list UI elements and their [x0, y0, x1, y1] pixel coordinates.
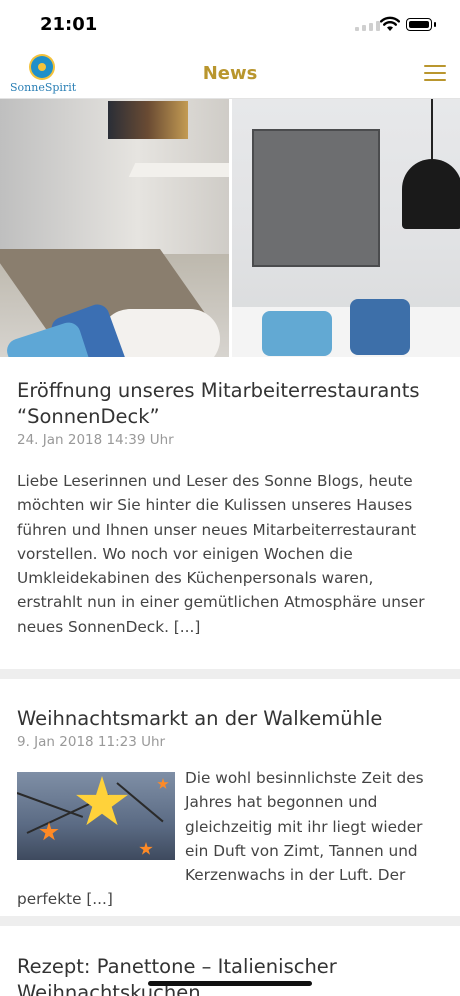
article-date: 9. Jan 2018 11:23 Uhr: [17, 734, 166, 750]
hamburger-menu-icon[interactable]: [424, 65, 446, 83]
wifi-icon: [380, 16, 400, 31]
article-title[interactable]: Rezept: Panettone – Italienischer Weihna…: [17, 954, 443, 996]
article-excerpt: Liebe Leserinnen und Leser des Sonne Blo…: [17, 472, 425, 636]
page-title: News: [202, 63, 258, 84]
nav-bar: SonneSpirit News: [0, 50, 460, 99]
battery-cap: [434, 22, 436, 27]
article-title[interactable]: Weihnachtsmarkt an der Walkemühle: [17, 706, 443, 732]
article-separator: [0, 916, 460, 926]
battery-icon: [406, 18, 432, 31]
article-title[interactable]: Eröffnung unseres Mitarbeiterrestaurants…: [17, 378, 443, 430]
article-card[interactable]: Weihnachtsmarkt an der Walkemühle 9. Jan…: [0, 706, 460, 912]
article-card[interactable]: Eröffnung unseres Mitarbeiterrestaurants…: [0, 378, 460, 640]
article-hero-image[interactable]: [0, 99, 460, 357]
status-bar: 21:01: [0, 0, 460, 50]
restaurant-photo-left: [0, 99, 229, 357]
christmas-stars-thumbnail[interactable]: [17, 772, 175, 860]
article-separator: [0, 669, 460, 679]
cellular-signal-icon: [355, 21, 380, 31]
article-card[interactable]: Rezept: Panettone – Italienischer Weihna…: [0, 954, 460, 996]
restaurant-photo-right: [231, 99, 460, 357]
status-time: 21:01: [40, 14, 98, 35]
home-indicator[interactable]: [148, 981, 312, 986]
article-date: 24. Jan 2018 14:39 Uhr: [17, 432, 174, 448]
